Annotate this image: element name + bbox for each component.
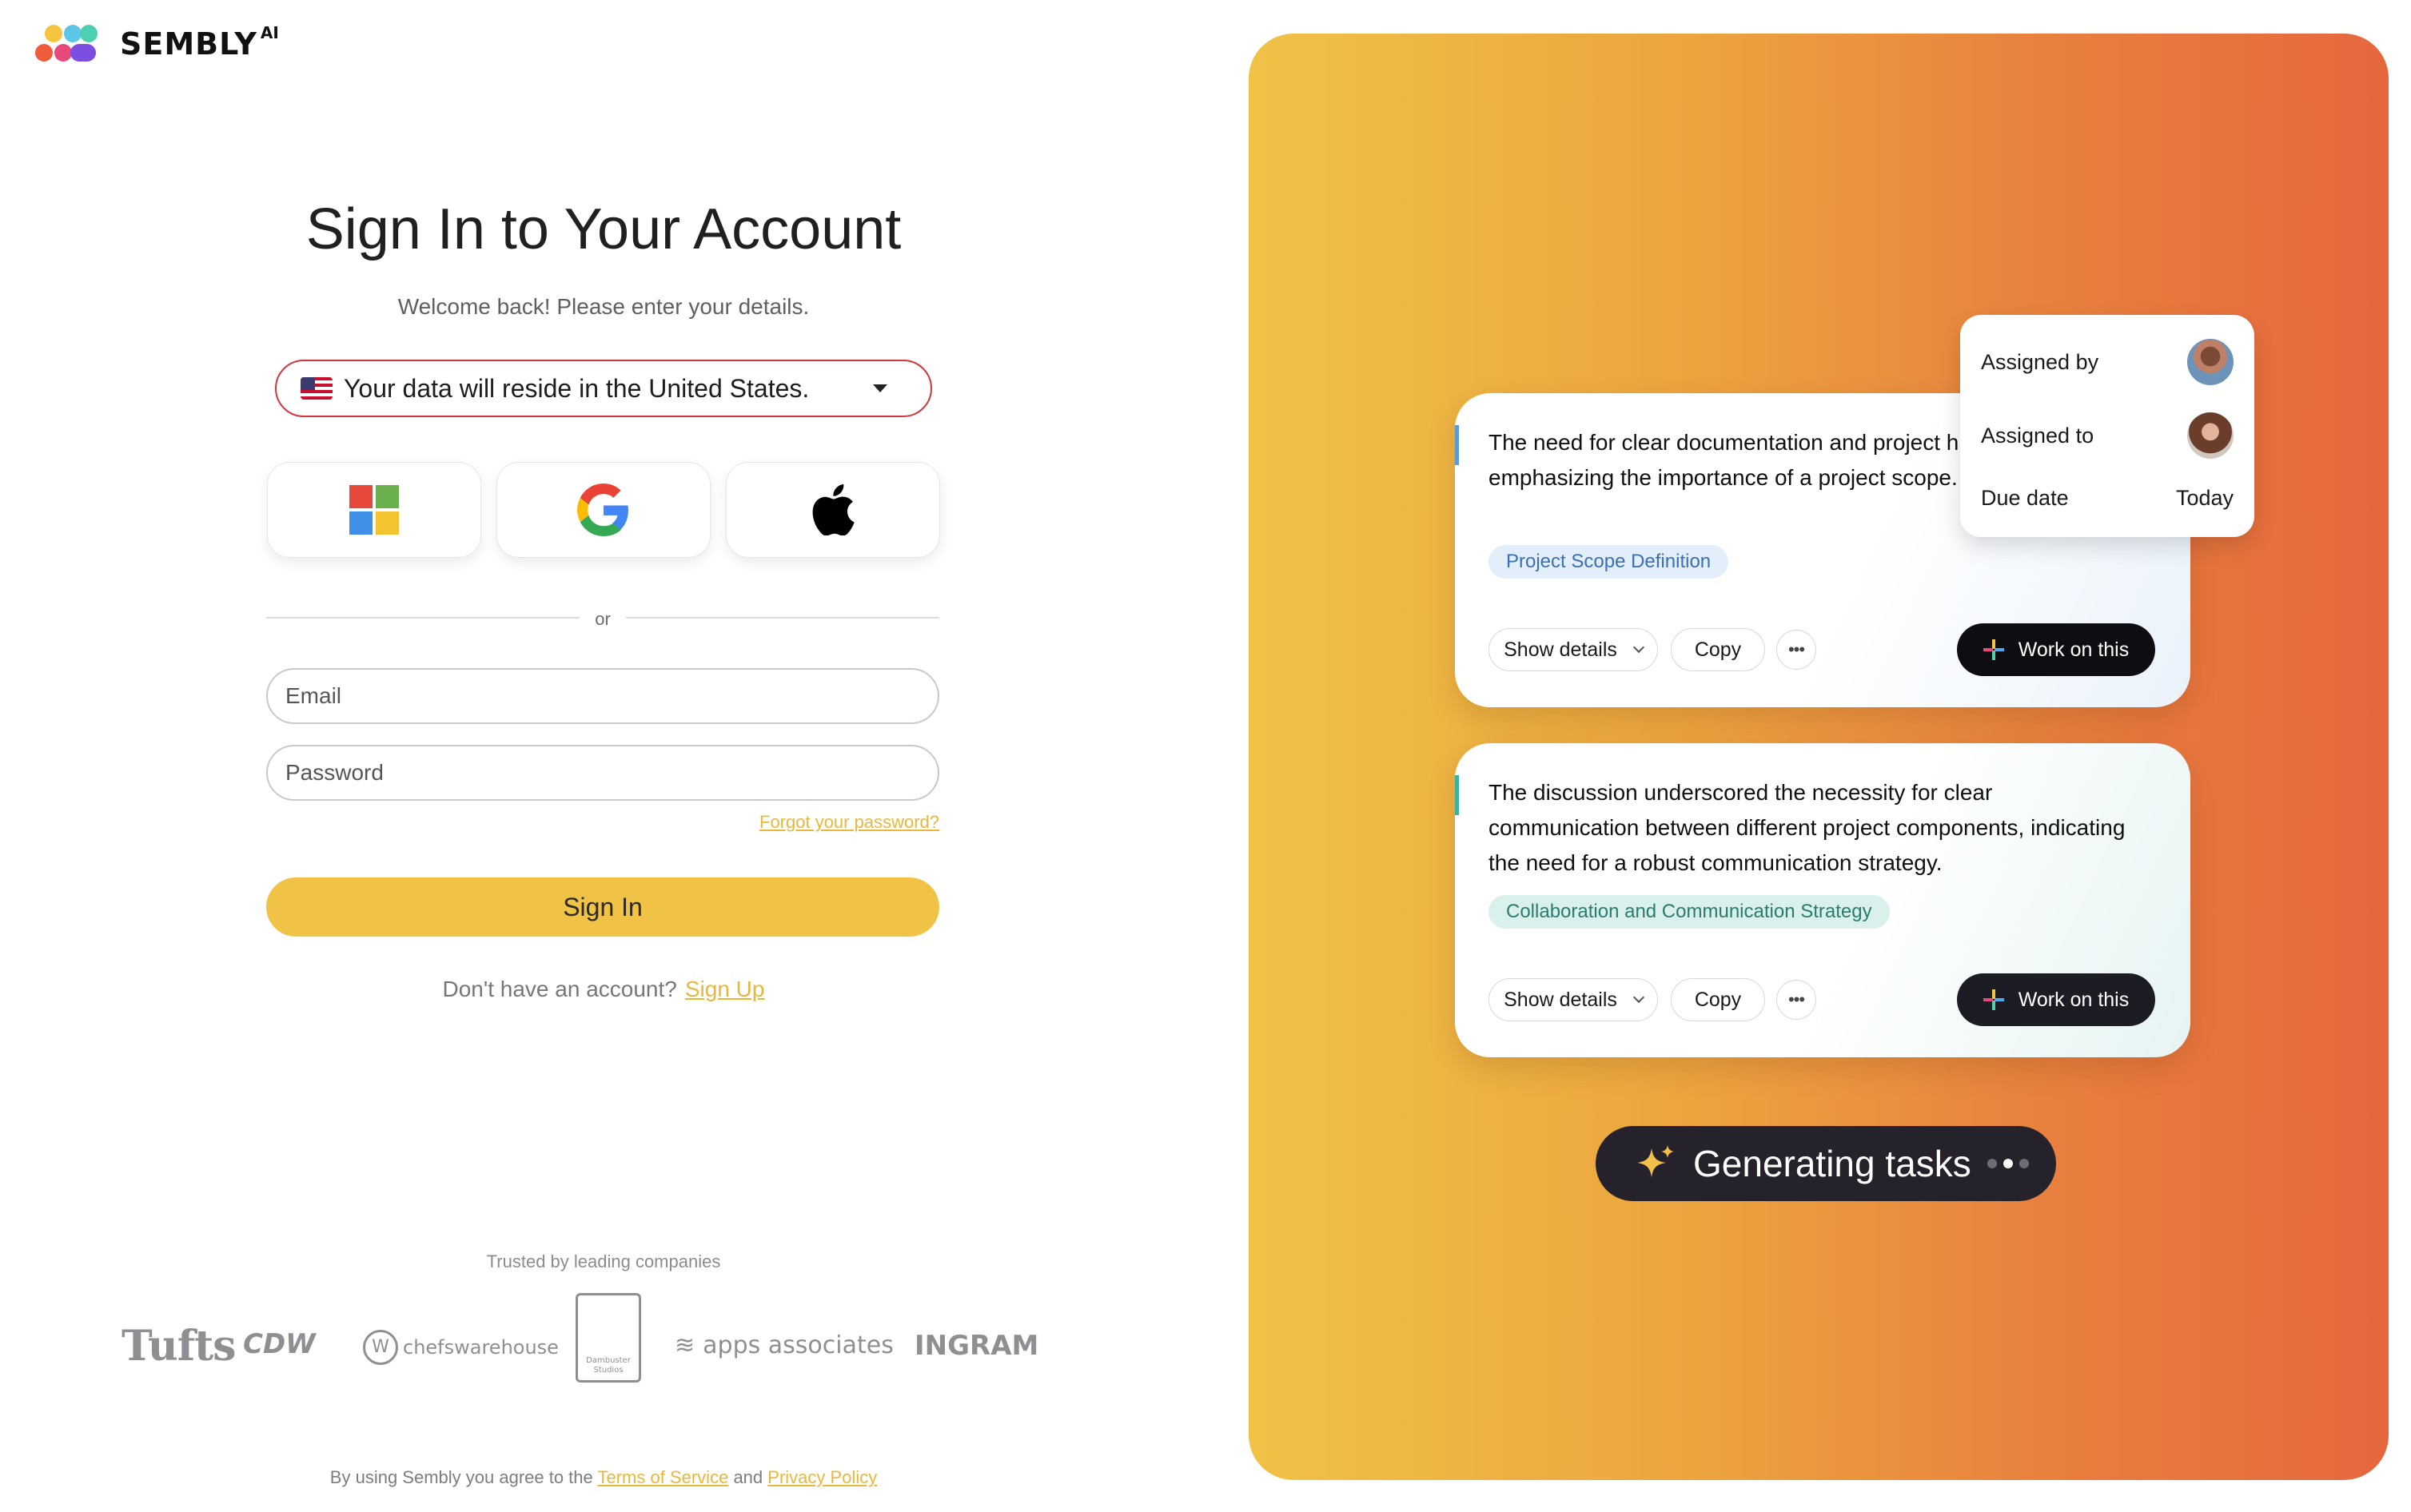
due-date-row: Due date Today — [1981, 486, 2234, 510]
hero-panel: The need for clear documentation and pro… — [1249, 34, 2389, 1480]
data-region-label: Your data will reside in the United Stat… — [344, 373, 810, 403]
work-on-this-button[interactable]: Work on this — [1957, 973, 2155, 1026]
ingram-logo: INGRAM — [915, 1330, 1039, 1362]
apple-icon — [812, 484, 855, 535]
cdw-logo: CDW — [243, 1328, 316, 1360]
dambuster-studios-logo: Dambuster Studios — [576, 1293, 641, 1383]
loading-dots-icon — [1987, 1159, 2035, 1168]
sembly-logo-icon — [35, 23, 106, 65]
google-sign-in-button[interactable] — [496, 462, 711, 558]
terms-of-service-link[interactable]: Terms of Service — [597, 1467, 728, 1487]
avatar — [2187, 412, 2234, 459]
show-details-button[interactable]: Show details — [1488, 628, 1658, 671]
us-flag-icon — [301, 377, 333, 400]
or-divider: or — [266, 609, 939, 629]
card-accent — [1455, 425, 1459, 465]
show-details-button[interactable]: Show details — [1488, 978, 1658, 1021]
sembly-logo[interactable]: SEMBLY AI — [35, 22, 279, 66]
signup-row: Don't have an account? Sign Up — [0, 977, 1207, 1002]
copy-button[interactable]: Copy — [1671, 628, 1765, 671]
sparkles-icon — [1637, 1145, 1674, 1177]
signup-prompt: Don't have an account? — [442, 977, 677, 1001]
generating-tasks-indicator: Generating tasks — [1596, 1126, 2056, 1201]
microsoft-sign-in-button[interactable] — [267, 462, 481, 558]
sign-in-button[interactable]: Sign In — [266, 877, 939, 937]
tufts-logo: Tufts — [122, 1322, 236, 1371]
apps-associates-logo: ≋ apps associates — [675, 1331, 894, 1359]
task-actions: Show details Copy ••• Work on this — [1488, 973, 2155, 1026]
work-on-this-button[interactable]: Work on this — [1957, 623, 2155, 676]
assigned-by-row: Assigned by — [1981, 339, 2234, 385]
more-options-icon[interactable]: ••• — [1776, 980, 1816, 1020]
task-tag: Collaboration and Communication Strategy — [1488, 895, 1890, 929]
apple-sign-in-button[interactable] — [726, 462, 940, 558]
plus-icon — [1983, 639, 2004, 660]
avatar — [2187, 339, 2234, 385]
chevron-down-icon — [1632, 641, 1644, 654]
or-label: or — [595, 609, 611, 629]
data-region-select[interactable]: Your data will reside in the United Stat… — [275, 360, 932, 417]
more-options-icon[interactable]: ••• — [1776, 630, 1816, 670]
brand-suffix: AI — [260, 23, 279, 42]
caret-down-icon — [873, 384, 887, 392]
chevron-down-icon — [1632, 991, 1644, 1004]
copy-button[interactable]: Copy — [1671, 978, 1765, 1021]
assigned-to-row: Assigned to — [1981, 412, 2234, 459]
forgot-password-link[interactable]: Forgot your password? — [759, 812, 939, 833]
generating-label: Generating tasks — [1693, 1143, 1971, 1184]
sign-up-link[interactable]: Sign Up — [685, 977, 765, 1001]
task-text: The discussion underscored the necessity… — [1488, 780, 2126, 875]
legal-footer: By using Sembly you agree to the Terms o… — [329, 1467, 878, 1487]
brand-name: SEMBLY — [120, 26, 257, 62]
chefswarehouse-logo: W chefswarehouse — [363, 1330, 559, 1365]
task-card: The discussion underscored the necessity… — [1455, 743, 2190, 1057]
password-field[interactable] — [266, 745, 939, 801]
task-tag: Project Scope Definition — [1488, 545, 1729, 579]
google-icon — [577, 483, 628, 536]
trusted-heading: Trusted by leading companies — [486, 1251, 721, 1271]
card-accent — [1455, 775, 1459, 815]
page-subtitle: Welcome back! Please enter your details. — [397, 294, 810, 319]
assignment-popover: Assigned by Assigned to Due date Today — [1960, 315, 2254, 537]
task-actions: Show details Copy ••• Work on this — [1488, 623, 2155, 676]
privacy-policy-link[interactable]: Privacy Policy — [767, 1467, 877, 1487]
microsoft-icon — [349, 485, 399, 535]
page-title: Sign In to Your Account — [305, 197, 902, 261]
company-logos: Tufts CDW W chefswarehouse Dambuster Stu… — [118, 1293, 1062, 1397]
plus-icon — [1983, 989, 2004, 1010]
email-field[interactable] — [266, 668, 939, 724]
